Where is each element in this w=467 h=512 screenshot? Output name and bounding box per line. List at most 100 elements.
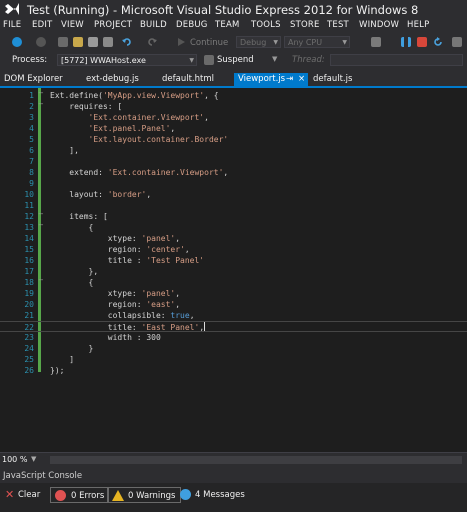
- tab-default-js[interactable]: default.js: [309, 73, 369, 86]
- save-all-icon[interactable]: [103, 37, 113, 47]
- line-number: 16: [24, 256, 34, 265]
- forward-icon[interactable]: [36, 37, 46, 47]
- new-project-icon[interactable]: [58, 37, 68, 47]
- debug-location-toolbar: Process: [5772] WWAHost.exe ▼ Suspend ▼ …: [0, 52, 467, 69]
- platform-select[interactable]: Any CPU ▼: [284, 36, 350, 48]
- pause-icon[interactable]: [401, 37, 411, 47]
- errors-filter[interactable]: 0 Errors: [50, 487, 110, 503]
- code-line[interactable]: 21 collapsible: true,: [0, 310, 467, 321]
- tab-dom-explorer[interactable]: DOM Explorer: [0, 73, 78, 86]
- title-bar: Test (Running) - Microsoft Visual Studio…: [0, 0, 467, 19]
- code-line[interactable]: 2 requires: [: [0, 101, 467, 112]
- code-line[interactable]: 5 'Ext.layout.container.Border': [0, 134, 467, 145]
- menu-edit[interactable]: EDIT: [32, 20, 52, 30]
- line-number: 11: [24, 201, 34, 210]
- menu-file[interactable]: FILE: [3, 20, 21, 30]
- document-tabs: DOM Explorer ext-debug.js default.html V…: [0, 73, 467, 86]
- code-line[interactable]: 12 items: [: [0, 211, 467, 222]
- code-text: extend: 'Ext.container.Viewport',: [50, 168, 229, 177]
- code-line[interactable]: 3 'Ext.container.Viewport',: [0, 112, 467, 123]
- menu-test[interactable]: TEST: [327, 20, 349, 30]
- errors-label: 0 Errors: [71, 491, 105, 501]
- menu-debug[interactable]: DEBUG: [176, 20, 208, 30]
- toolbar-overflow-icon[interactable]: [452, 37, 462, 47]
- code-line[interactable]: 6 ],: [0, 145, 467, 156]
- code-line[interactable]: 14 xtype: 'panel',: [0, 233, 467, 244]
- code-text: items: [: [50, 212, 108, 221]
- warning-icon: [112, 490, 124, 501]
- line-number: 21: [24, 311, 34, 320]
- code-line[interactable]: 17 },: [0, 266, 467, 277]
- menu-team[interactable]: TEAM: [215, 20, 240, 30]
- code-text: Ext.define('MyApp.view.Viewport', {: [50, 91, 219, 100]
- lifecycle-icon: [204, 55, 214, 65]
- tab-viewport-js[interactable]: Viewport.js ⇥ ×: [234, 73, 308, 86]
- continue-button[interactable]: Continue: [190, 38, 228, 48]
- save-icon[interactable]: [88, 37, 98, 47]
- code-text: region: 'center',: [50, 245, 190, 254]
- line-number: 10: [24, 190, 34, 199]
- restart-icon[interactable]: [433, 37, 443, 47]
- continue-icon[interactable]: [176, 37, 186, 47]
- clear-icon: ✕: [5, 488, 15, 501]
- open-icon[interactable]: [73, 37, 83, 47]
- code-line[interactable]: 25 ]: [0, 354, 467, 365]
- chevron-down-icon: ▼: [273, 39, 278, 46]
- suspend-button[interactable]: Suspend: [217, 55, 254, 65]
- code-text: title : 'Test Panel': [50, 256, 205, 265]
- undo-icon[interactable]: [122, 37, 132, 47]
- pin-icon[interactable]: ⇥: [286, 73, 293, 86]
- code-line[interactable]: 16 title : 'Test Panel': [0, 255, 467, 266]
- warnings-filter[interactable]: 0 Warnings: [107, 487, 181, 503]
- code-line[interactable]: 9: [0, 178, 467, 189]
- horizontal-scrollbar[interactable]: [50, 456, 462, 464]
- code-line[interactable]: 11: [0, 200, 467, 211]
- menu-window[interactable]: WINDOW: [359, 20, 399, 30]
- chevron-down-icon[interactable]: ▼: [31, 455, 36, 463]
- code-line[interactable]: 18 {: [0, 277, 467, 288]
- code-line[interactable]: 7: [0, 156, 467, 167]
- messages-filter[interactable]: 4 Messages: [178, 487, 245, 503]
- menu-tools[interactable]: TOOLS: [251, 20, 281, 30]
- close-icon[interactable]: ×: [298, 73, 305, 86]
- editor-status-row: 100 % ▼: [0, 452, 467, 468]
- line-number: 3: [29, 113, 34, 122]
- back-icon[interactable]: [12, 37, 22, 47]
- stop-icon[interactable]: [417, 37, 427, 47]
- process-value: [5772] WWAHost.exe: [61, 56, 146, 65]
- code-line[interactable]: 19 xtype: 'panel',: [0, 288, 467, 299]
- code-line[interactable]: 23 width : 300: [0, 332, 467, 343]
- code-editor[interactable]: − − − − − 1 Ext.define('MyApp.view.Viewpo…: [0, 88, 467, 452]
- code-line[interactable]: 1 Ext.define('MyApp.view.Viewport', {: [0, 90, 467, 101]
- menu-help[interactable]: HELP: [407, 20, 429, 30]
- code-line[interactable]: 26});: [0, 365, 467, 376]
- clear-button[interactable]: ✕ Clear: [3, 487, 40, 503]
- menu-project[interactable]: PROJECT: [94, 20, 132, 30]
- clear-label: Clear: [18, 490, 41, 500]
- code-line[interactable]: 8 extend: 'Ext.container.Viewport',: [0, 167, 467, 178]
- line-number: 19: [24, 289, 34, 298]
- code-line[interactable]: 20 region: 'east',: [0, 299, 467, 310]
- code-line[interactable]: 15 region: 'center',: [0, 244, 467, 255]
- code-text: xtype: 'panel',: [50, 289, 181, 298]
- tab-default-html[interactable]: default.html: [158, 73, 232, 86]
- menu-build[interactable]: BUILD: [140, 20, 167, 30]
- platform-value: Any CPU: [288, 38, 323, 47]
- menu-bar: FILE EDIT VIEW PROJECT BUILD DEBUG TEAM …: [0, 19, 467, 34]
- code-line[interactable]: 22 title: 'East Panel',: [0, 321, 467, 332]
- process-select[interactable]: [5772] WWAHost.exe ▼: [57, 54, 197, 66]
- attach-icon[interactable]: [371, 37, 381, 47]
- warnings-label: 0 Warnings: [128, 491, 176, 501]
- configuration-select[interactable]: Debug ▼: [236, 36, 281, 48]
- tab-ext-debug[interactable]: ext-debug.js: [82, 73, 152, 86]
- menu-view[interactable]: VIEW: [61, 20, 84, 30]
- redo-icon[interactable]: [147, 37, 157, 47]
- thread-select[interactable]: [330, 54, 463, 66]
- code-line[interactable]: 13 {: [0, 222, 467, 233]
- menu-store[interactable]: STORE: [290, 20, 320, 30]
- code-line[interactable]: 10 layout: 'border',: [0, 189, 467, 200]
- zoom-level[interactable]: 100 %: [2, 455, 27, 464]
- tab-label: default.js: [313, 74, 353, 84]
- code-line[interactable]: 24 }: [0, 343, 467, 354]
- code-line[interactable]: 4 'Ext.panel.Panel',: [0, 123, 467, 134]
